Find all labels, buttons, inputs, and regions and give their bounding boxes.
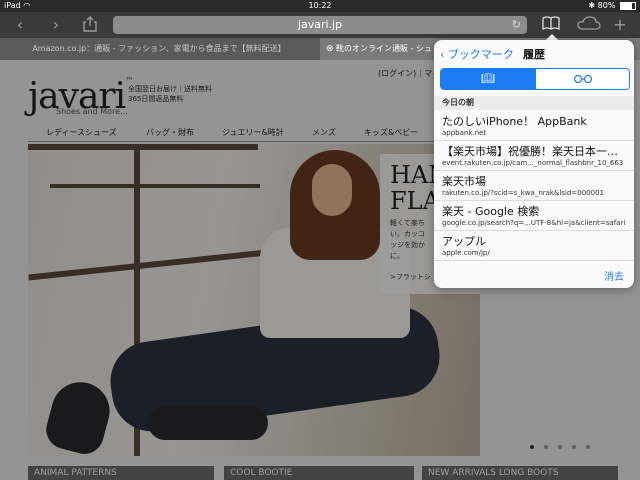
history-url: event.rakuten.co.jp/cam..._normal_flashb… bbox=[442, 159, 624, 167]
forward-icon[interactable]: › bbox=[46, 16, 66, 34]
clear-button[interactable]: 消去 bbox=[604, 268, 624, 283]
bookmarks-icon[interactable] bbox=[541, 16, 561, 34]
history-popover: ‹ ブックマーク 履歴 📖︎ 今日の朝 たのしいiPhone！ AppBank … bbox=[434, 40, 634, 288]
window-frame bbox=[28, 144, 258, 150]
shoe-image bbox=[41, 375, 117, 456]
reload-icon[interactable]: ↻ bbox=[512, 16, 521, 34]
tab-amazon[interactable]: Amazon.co.jp：通販 - ファッション、家電から食品まで【無料配送】 bbox=[0, 38, 318, 60]
history-item[interactable]: たのしいiPhone！ AppBank appbank.net bbox=[434, 110, 634, 141]
history-item[interactable]: 楽天 - Google 検索 google.co.jp/search?q=...… bbox=[434, 200, 634, 231]
window-frame bbox=[50, 184, 260, 188]
address-text: javari.jp bbox=[297, 18, 343, 31]
login-link[interactable]: (ログイン)｜マイ bbox=[378, 68, 440, 79]
history-item[interactable]: 【楽天市場】祝優勝！楽天日本一… event.rakuten.co.jp/cam… bbox=[434, 140, 634, 171]
bluetooth-icon: ✱ bbox=[588, 1, 596, 10]
hero-link[interactable]: >フラットシ bbox=[390, 272, 431, 282]
tab-label: 靴のオンライン通販 - シュ bbox=[336, 44, 432, 53]
category-banner[interactable]: COOL BOOTIE bbox=[224, 466, 414, 480]
category-banner[interactable]: ANIMAL PATTERNS bbox=[28, 466, 214, 480]
battery-percent: 80% bbox=[597, 1, 616, 10]
history-item[interactable]: 楽天市場 rakuten.co.jp/?scid=s_kwa_nrak&lsid… bbox=[434, 170, 634, 201]
promo-line: 全国翌日お届け｜送料無料 bbox=[128, 85, 212, 93]
history-title: 楽天市場 bbox=[442, 175, 486, 188]
segment-bookmarks[interactable]: 📖︎ bbox=[441, 69, 535, 89]
share-icon[interactable] bbox=[80, 16, 100, 34]
popover-title: 履歴 bbox=[523, 48, 545, 61]
history-url: rakuten.co.jp/?scid=s_kwa_nrak&lsid=0000… bbox=[442, 189, 604, 197]
book-icon: 📖︎ bbox=[481, 72, 495, 85]
address-bar[interactable]: javari.jp ↻ bbox=[113, 16, 527, 34]
cloud-icon[interactable] bbox=[576, 16, 602, 34]
promo-text: 全国翌日お届け｜送料無料 365日間返品無料 bbox=[128, 84, 212, 104]
nav-item[interactable]: バッグ・財布 bbox=[146, 127, 194, 138]
plus-icon[interactable]: + bbox=[610, 16, 630, 34]
history-title: たのしいiPhone！ AppBank bbox=[442, 115, 587, 128]
shoe-image bbox=[148, 406, 268, 440]
window-frame bbox=[28, 249, 268, 281]
nav-item[interactable]: キッズ&ベビー bbox=[364, 127, 418, 138]
popover-header: ‹ ブックマーク 履歴 bbox=[434, 40, 634, 68]
close-icon[interactable]: ⊗ bbox=[326, 38, 334, 60]
segment-reading-list[interactable] bbox=[535, 69, 629, 89]
hero-banner[interactable]: HAN FLA 軽くて楽ち い。カッコ ッジを効か に。 >フラットシ bbox=[28, 144, 480, 456]
nav-item[interactable]: ジュエリー&時計 bbox=[222, 127, 284, 138]
nav-item[interactable]: メンズ bbox=[312, 127, 336, 138]
history-title: 【楽天市場】祝優勝！楽天日本一… bbox=[442, 145, 618, 158]
model-image bbox=[312, 164, 352, 216]
segmented-control: 📖︎ bbox=[440, 68, 630, 90]
glasses-icon bbox=[573, 72, 593, 85]
history-url: google.co.jp/search?q=...UTF-8&hl=ja&cli… bbox=[442, 219, 626, 227]
history-item[interactable]: アップル apple.com/jp/ bbox=[434, 230, 634, 261]
history-url: apple.com/jp/ bbox=[442, 249, 490, 257]
carousel-dots[interactable] bbox=[530, 434, 600, 453]
history-url: appbank.net bbox=[442, 129, 487, 137]
category-banner[interactable]: NEW ARRIVALS LONG BOOTS bbox=[422, 466, 618, 480]
status-bar: iPad ◠ 10:22 ✱ 80% bbox=[0, 0, 640, 12]
battery-icon bbox=[620, 1, 636, 10]
history-title: アップル bbox=[442, 235, 486, 248]
section-header: 今日の朝 bbox=[434, 96, 634, 110]
back-icon[interactable]: ‹ bbox=[10, 16, 30, 34]
logo-tagline: Shoes and More... bbox=[56, 107, 128, 116]
history-title: 楽天 - Google 検索 bbox=[442, 205, 540, 218]
browser-toolbar: ‹ › javari.jp ↻ + bbox=[0, 12, 640, 38]
tab-label: Amazon.co.jp：通販 - ファッション、家電から食品まで【無料配送】 bbox=[32, 44, 286, 53]
promo-line: 365日間返品無料 bbox=[128, 95, 184, 103]
status-time: 10:22 bbox=[308, 1, 332, 10]
status-right: ✱ 80% bbox=[588, 0, 636, 12]
nav-item[interactable]: レディースシューズ bbox=[46, 127, 117, 138]
